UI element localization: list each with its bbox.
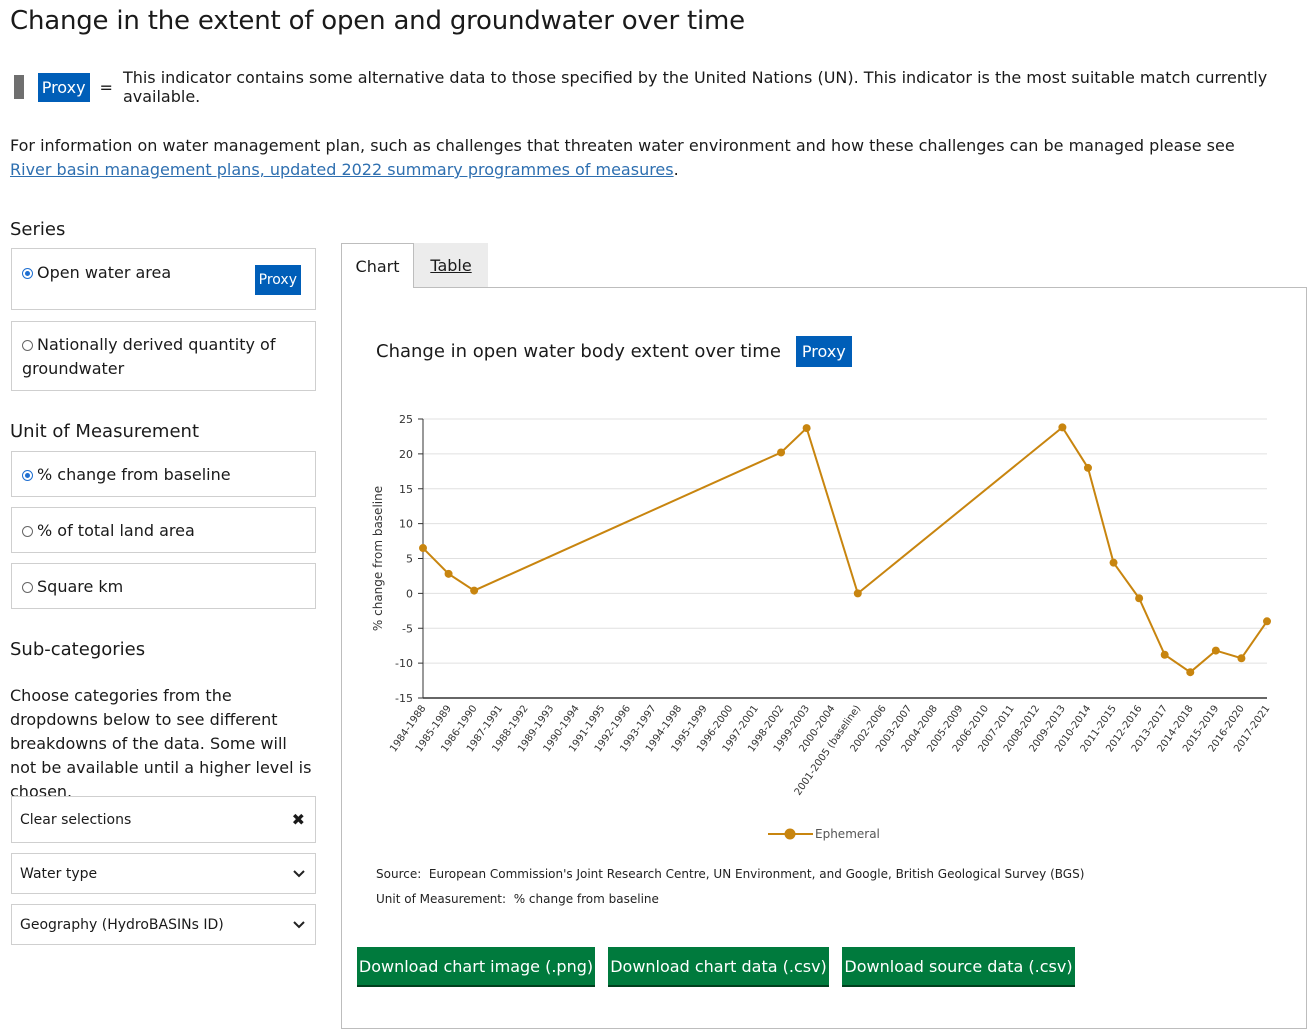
tab-chart[interactable]: Chart bbox=[341, 243, 414, 288]
subcategories-heading: Sub-categories bbox=[10, 639, 146, 660]
clear-selections-button[interactable]: Clear selections ✖ bbox=[11, 796, 316, 843]
radio-square-km[interactable] bbox=[22, 582, 33, 593]
series-proxy-badge: Proxy bbox=[254, 265, 301, 295]
data-point bbox=[802, 424, 811, 433]
geography-dropdown[interactable]: Geography (HydroBASINs ID) bbox=[11, 904, 316, 945]
y-tick-label: 5 bbox=[406, 553, 413, 566]
radio-groundwater[interactable] bbox=[22, 340, 33, 351]
unit-option-percent-land[interactable]: % of total land area bbox=[11, 507, 316, 553]
y-tick-label: 25 bbox=[399, 413, 413, 426]
data-point bbox=[1135, 594, 1144, 603]
data-point bbox=[777, 448, 786, 457]
unit-line-text: % change from baseline bbox=[513, 892, 659, 906]
clear-selections-label: Clear selections bbox=[20, 811, 132, 828]
source-label: Source: bbox=[376, 867, 422, 881]
legend-label: Ephemeral bbox=[815, 827, 880, 841]
data-point bbox=[1186, 668, 1195, 677]
chart-proxy-badge: Proxy bbox=[795, 335, 852, 367]
close-icon: ✖ bbox=[291, 810, 305, 829]
geography-label: Geography (HydroBASINs ID) bbox=[20, 916, 224, 933]
page-title: Change in the extent of open and groundw… bbox=[10, 6, 745, 36]
river-basin-link[interactable]: River basin management plans, updated 20… bbox=[10, 160, 674, 179]
radio-percent-change[interactable] bbox=[22, 470, 33, 481]
subcategories-help: Choose categories from the dropdowns bel… bbox=[10, 686, 312, 801]
data-point bbox=[1083, 463, 1092, 472]
series-option-open-water[interactable]: Open water area Proxy bbox=[11, 248, 316, 310]
proxy-badge: Proxy bbox=[37, 72, 90, 102]
tab-table[interactable]: Table bbox=[414, 243, 488, 287]
series-line bbox=[422, 425, 1268, 674]
unit-heading: Unit of Measurement bbox=[10, 421, 200, 442]
data-point bbox=[1263, 617, 1271, 626]
data-point bbox=[853, 589, 862, 598]
proxy-equals: = bbox=[99, 77, 113, 97]
unit-line-label: Unit of Measurement: bbox=[376, 892, 507, 906]
y-axis-label: % change from baseline bbox=[371, 486, 385, 631]
series-option-label: Open water area bbox=[37, 263, 172, 282]
data-point bbox=[1211, 646, 1220, 655]
chart-header: Change in open water body extent over ti… bbox=[376, 335, 852, 367]
unit-option-square-km[interactable]: Square km bbox=[11, 563, 316, 609]
data-point bbox=[1237, 654, 1246, 663]
series-heading: Series bbox=[10, 219, 66, 240]
chevron-down-icon bbox=[293, 917, 305, 933]
radio-percent-land[interactable] bbox=[22, 526, 33, 537]
data-point bbox=[444, 569, 453, 578]
legend-marker bbox=[784, 828, 796, 840]
data-point bbox=[1160, 650, 1169, 659]
chart-title: Change in open water body extent over ti… bbox=[376, 340, 781, 362]
line-chart: 25 20 15 10 5 0 -5 -10 -15 % change from baseline… bbox=[371, 413, 1272, 841]
unit-option-label: % of total land area bbox=[37, 521, 195, 540]
download-chart-image-button[interactable]: Download chart image (.png) bbox=[357, 947, 595, 985]
chevron-down-icon bbox=[293, 866, 305, 882]
download-source-data-button[interactable]: Download source data (.csv) bbox=[842, 947, 1075, 985]
unit-option-percent-change[interactable]: % change from baseline bbox=[11, 451, 316, 497]
intro-text: For information on water management plan… bbox=[10, 136, 1235, 155]
y-tick-label: 10 bbox=[399, 518, 413, 531]
water-type-label: Water type bbox=[20, 865, 98, 882]
view-tabs: Chart Table bbox=[341, 243, 488, 288]
y-tick-label: -10 bbox=[395, 657, 413, 670]
data-point bbox=[419, 544, 427, 553]
data-point bbox=[1058, 423, 1067, 432]
unit-option-label: Square km bbox=[37, 577, 124, 596]
water-type-dropdown[interactable]: Water type bbox=[11, 853, 316, 894]
proxy-legend: Proxy = This indicator contains some alt… bbox=[14, 68, 1313, 106]
y-tick-label: 20 bbox=[399, 448, 413, 461]
source-text: European Commission's Joint Research Cen… bbox=[428, 867, 1085, 881]
y-tick-label: 15 bbox=[399, 483, 413, 496]
data-point bbox=[1109, 558, 1118, 567]
y-tick-label: -15 bbox=[395, 692, 413, 705]
y-tick-label: -5 bbox=[402, 622, 413, 635]
series-option-label: Nationally derived quantity of groundwat… bbox=[22, 335, 276, 378]
proxy-bar-icon bbox=[14, 75, 24, 99]
intro-paragraph: For information on water management plan… bbox=[10, 134, 1250, 182]
source-line: Source: European Commission's Joint Rese… bbox=[376, 867, 1084, 881]
y-tick-label: 0 bbox=[406, 587, 413, 600]
data-point bbox=[470, 586, 479, 595]
unit-line: Unit of Measurement: % change from basel… bbox=[376, 892, 659, 906]
radio-open-water[interactable] bbox=[22, 268, 33, 279]
unit-option-label: % change from baseline bbox=[37, 465, 231, 484]
series-option-groundwater[interactable]: Nationally derived quantity of groundwat… bbox=[11, 321, 316, 391]
proxy-description: This indicator contains some alternative… bbox=[122, 68, 1268, 106]
download-chart-data-button[interactable]: Download chart data (.csv) bbox=[608, 947, 829, 985]
intro-end: . bbox=[673, 160, 679, 179]
